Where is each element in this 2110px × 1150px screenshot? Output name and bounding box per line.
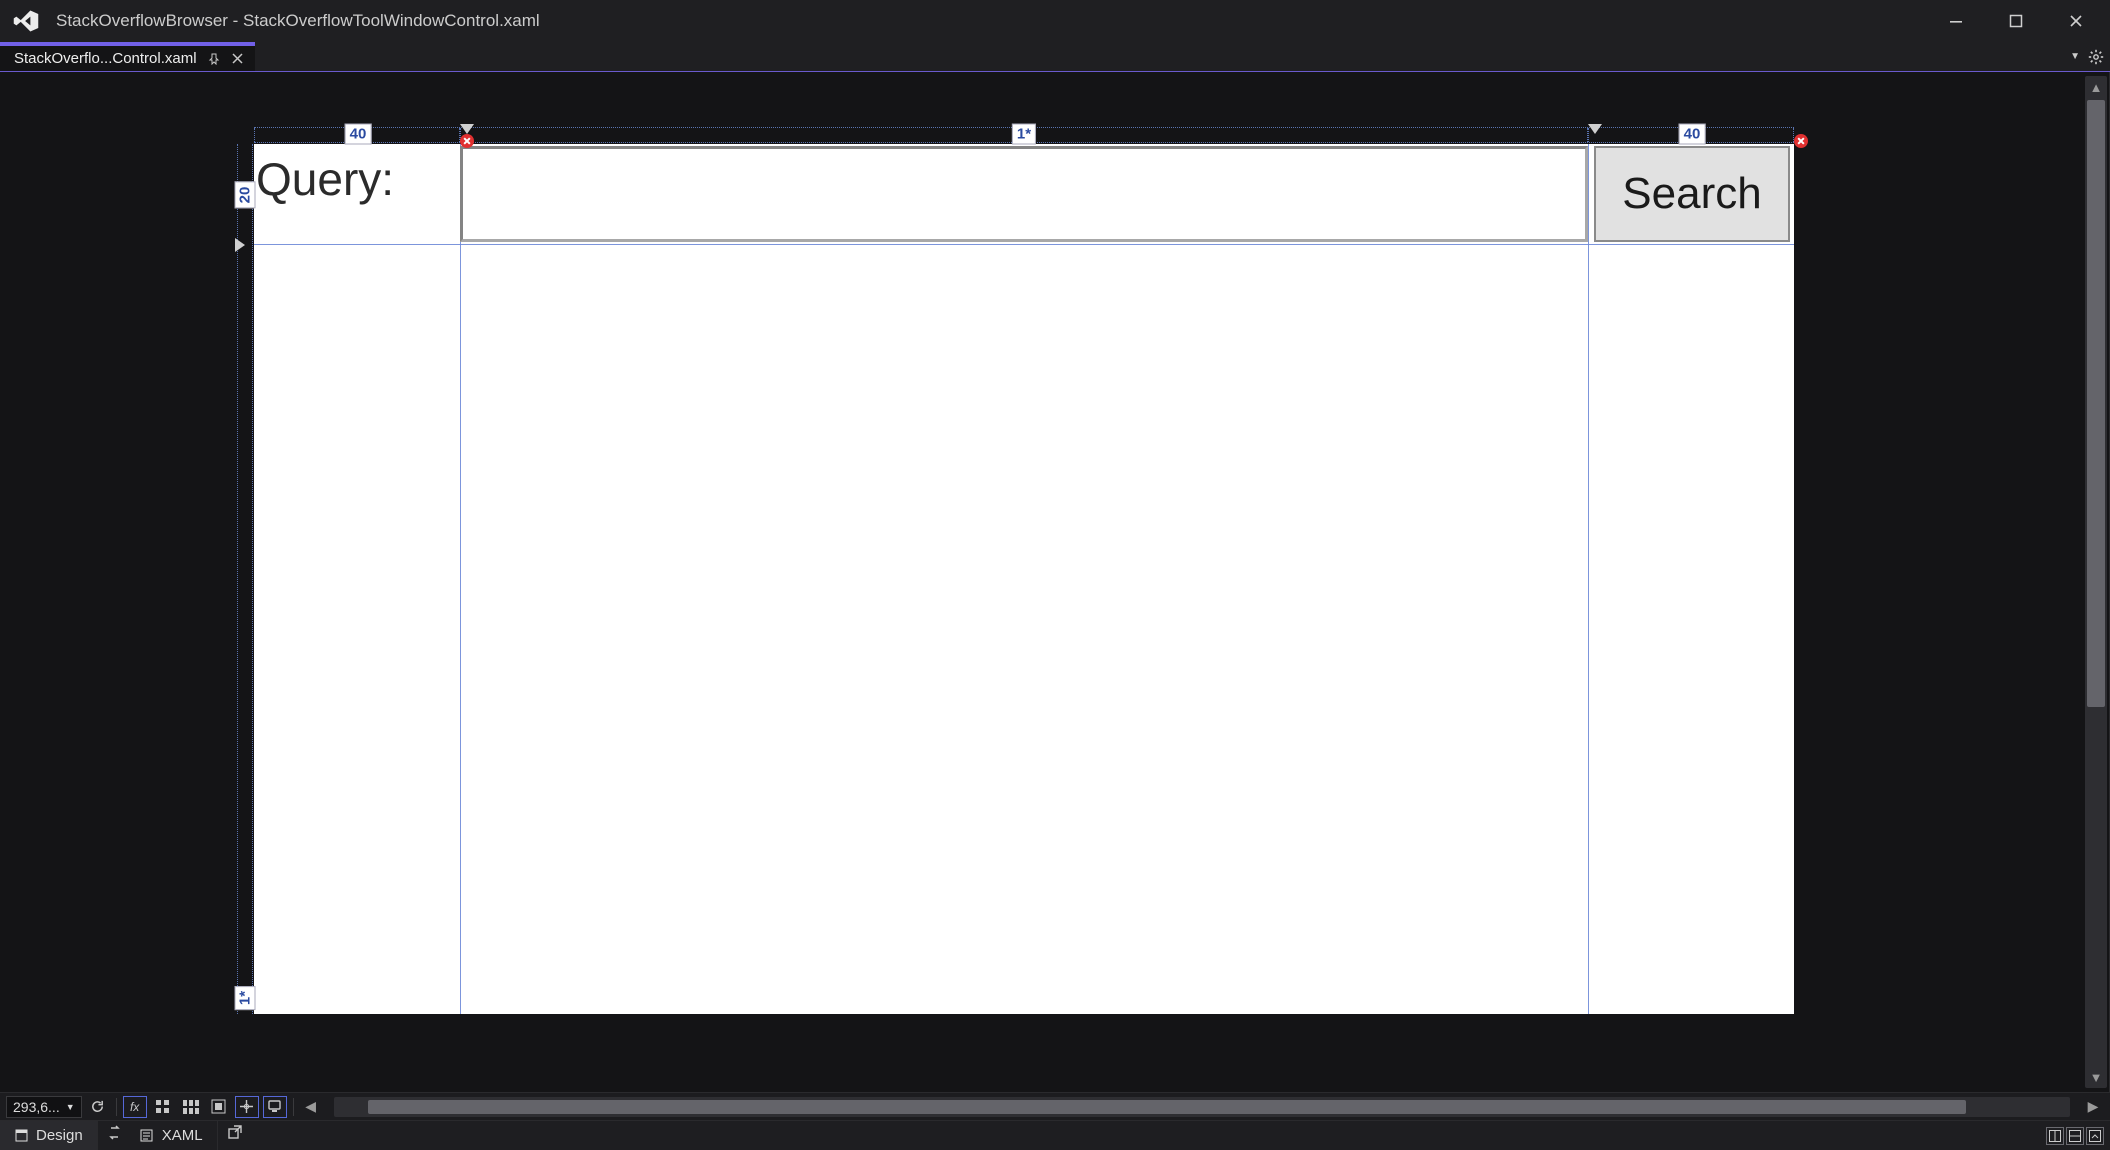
- editor-area: 40 1* 40 20 1* Query: Search ▲ ▼: [0, 72, 2110, 1092]
- xaml-pane-icon: [140, 1129, 154, 1143]
- window-title: StackOverflowBrowser - StackOverflowTool…: [56, 11, 540, 31]
- xaml-canvas[interactable]: Query: Search: [254, 144, 1794, 1014]
- xaml-pane-tab[interactable]: XAML: [126, 1121, 218, 1150]
- window-maximize-button[interactable]: [1986, 1, 2046, 41]
- document-tab[interactable]: StackOverflo...Control.xaml: [0, 42, 255, 71]
- pane-switcher-bar: Design XAML: [0, 1120, 2110, 1150]
- scrollbar-thumb[interactable]: [368, 1100, 1965, 1114]
- design-pane-label: Design: [36, 1127, 83, 1144]
- window-titlebar: StackOverflowBrowser - StackOverflowTool…: [0, 0, 2110, 42]
- search-button[interactable]: Search: [1594, 146, 1790, 242]
- designer-toolbar: 293,6... ▼ fx ◀ ▶: [0, 1092, 2110, 1120]
- grid-row-line: [254, 244, 1794, 245]
- scrollbar-thumb[interactable]: [2087, 100, 2105, 707]
- split-vertical-button[interactable]: [2046, 1127, 2064, 1145]
- query-textbox[interactable]: [460, 146, 1588, 242]
- zoom-level-value: 293,6...: [13, 1099, 60, 1115]
- popup-pane-button[interactable]: [224, 1121, 246, 1143]
- xaml-pane-label: XAML: [162, 1127, 203, 1144]
- horizontal-scrollbar[interactable]: [334, 1097, 2070, 1117]
- design-pane-tab[interactable]: Design: [0, 1121, 98, 1150]
- scroll-down-icon[interactable]: ▼: [2085, 1066, 2107, 1088]
- scroll-right-icon[interactable]: ▶: [2082, 1096, 2104, 1118]
- pin-icon[interactable]: [207, 52, 221, 66]
- row-size-badge[interactable]: 20: [235, 182, 256, 209]
- gear-icon[interactable]: [2088, 49, 2104, 65]
- collapse-pane-button[interactable]: [2086, 1127, 2104, 1145]
- active-files-dropdown-icon[interactable]: ▼: [2070, 51, 2080, 62]
- column-size-badge[interactable]: 1*: [1012, 124, 1036, 145]
- design-pane-icon: [14, 1129, 28, 1143]
- grid-4x-icon[interactable]: [151, 1096, 175, 1118]
- effects-fx-button[interactable]: fx: [123, 1096, 147, 1118]
- visual-studio-logo-icon: [10, 5, 42, 37]
- query-label: Query:: [256, 152, 394, 206]
- refresh-button[interactable]: [86, 1096, 110, 1118]
- snap-to-snaplines-button[interactable]: [235, 1096, 259, 1118]
- close-icon[interactable]: [231, 52, 245, 66]
- vertical-scrollbar[interactable]: ▲ ▼: [2085, 76, 2107, 1088]
- window-close-button[interactable]: [2046, 1, 2106, 41]
- swap-panes-button[interactable]: [104, 1121, 126, 1143]
- column-size-badge[interactable]: 40: [345, 124, 372, 145]
- design-surface[interactable]: 40 1* 40 20 1* Query: Search ▲ ▼: [0, 72, 2110, 1092]
- window-minimize-button[interactable]: [1926, 1, 1986, 41]
- grid-splitter-delete-icon[interactable]: [460, 134, 474, 148]
- column-locked-icon[interactable]: [460, 124, 474, 134]
- grid-column-line: [1588, 144, 1589, 1014]
- grid-column-line: [460, 144, 461, 1014]
- row-size-badge[interactable]: 1*: [235, 986, 256, 1010]
- document-tab-label: StackOverflo...Control.xaml: [14, 50, 197, 67]
- grid-splitter-delete-icon[interactable]: [1794, 134, 1808, 148]
- device-preview-button[interactable]: [263, 1096, 287, 1118]
- scroll-up-icon[interactable]: ▲: [2085, 76, 2107, 98]
- pane-layout-buttons: [2046, 1121, 2110, 1150]
- zoom-level-combo[interactable]: 293,6... ▼: [6, 1096, 82, 1118]
- snap-to-grid-button[interactable]: [207, 1096, 231, 1118]
- column-size-badge[interactable]: 40: [1679, 124, 1706, 145]
- split-horizontal-button[interactable]: [2066, 1127, 2084, 1145]
- chevron-down-icon: ▼: [66, 1102, 75, 1112]
- scroll-left-icon[interactable]: ◀: [300, 1096, 322, 1118]
- row-locked-icon[interactable]: [235, 238, 245, 252]
- document-tab-strip: StackOverflo...Control.xaml ▼: [0, 42, 2110, 72]
- column-locked-icon[interactable]: [1588, 124, 1602, 134]
- grid-6x-icon[interactable]: [179, 1096, 203, 1118]
- row-ruler[interactable]: [237, 144, 253, 1014]
